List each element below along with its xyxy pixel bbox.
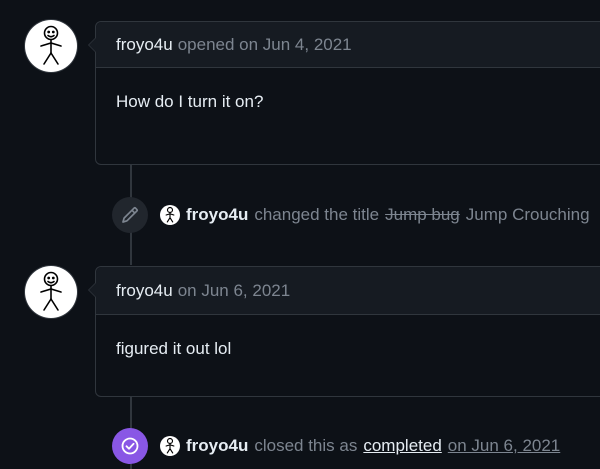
comment-body: How do I turn it on? (96, 68, 600, 112)
pencil-icon (112, 197, 148, 233)
comment-meta[interactable]: on Jun 6, 2021 (178, 281, 290, 301)
event-author[interactable]: froyo4u (186, 205, 248, 225)
avatar[interactable] (160, 205, 180, 225)
old-title: Jump bug (385, 205, 460, 224)
comment-text: How do I turn it on? (116, 92, 264, 111)
comment-body: figured it out lol (96, 315, 600, 359)
avatar[interactable] (160, 436, 180, 456)
comment-card: froyo4u on Jun 6, 2021 figured it out lo… (88, 266, 600, 397)
avatar[interactable] (25, 266, 77, 318)
check-circle-icon (112, 428, 148, 464)
comment-arrow (89, 282, 97, 298)
avatar[interactable] (25, 20, 77, 72)
event-date[interactable]: on Jun 6, 2021 (448, 436, 560, 456)
closed-event: froyo4u closed this as completed on Jun … (112, 428, 560, 464)
stick-figure-icon (40, 25, 62, 65)
comment-author[interactable]: froyo4u (116, 35, 173, 55)
comment-text: figured it out lol (116, 339, 232, 358)
comment-header: froyo4u opened on Jun 4, 2021 (96, 22, 600, 68)
comment-arrow (89, 37, 97, 53)
comment-header: froyo4u on Jun 6, 2021 (96, 267, 600, 315)
comment-author[interactable]: froyo4u (116, 281, 173, 301)
completed-link[interactable]: completed (363, 436, 441, 456)
title-change-event: froyo4u changed the title Jump bug Jump … (112, 197, 590, 233)
new-title: Jump Crouching (465, 205, 590, 224)
event-action: changed the title (254, 205, 380, 224)
event-action: closed this as (254, 436, 358, 455)
stick-figure-icon (40, 271, 62, 311)
event-author[interactable]: froyo4u (186, 436, 248, 456)
comment-card: froyo4u opened on Jun 4, 2021 How do I t… (88, 21, 600, 165)
comment-meta[interactable]: opened on Jun 4, 2021 (178, 35, 352, 55)
